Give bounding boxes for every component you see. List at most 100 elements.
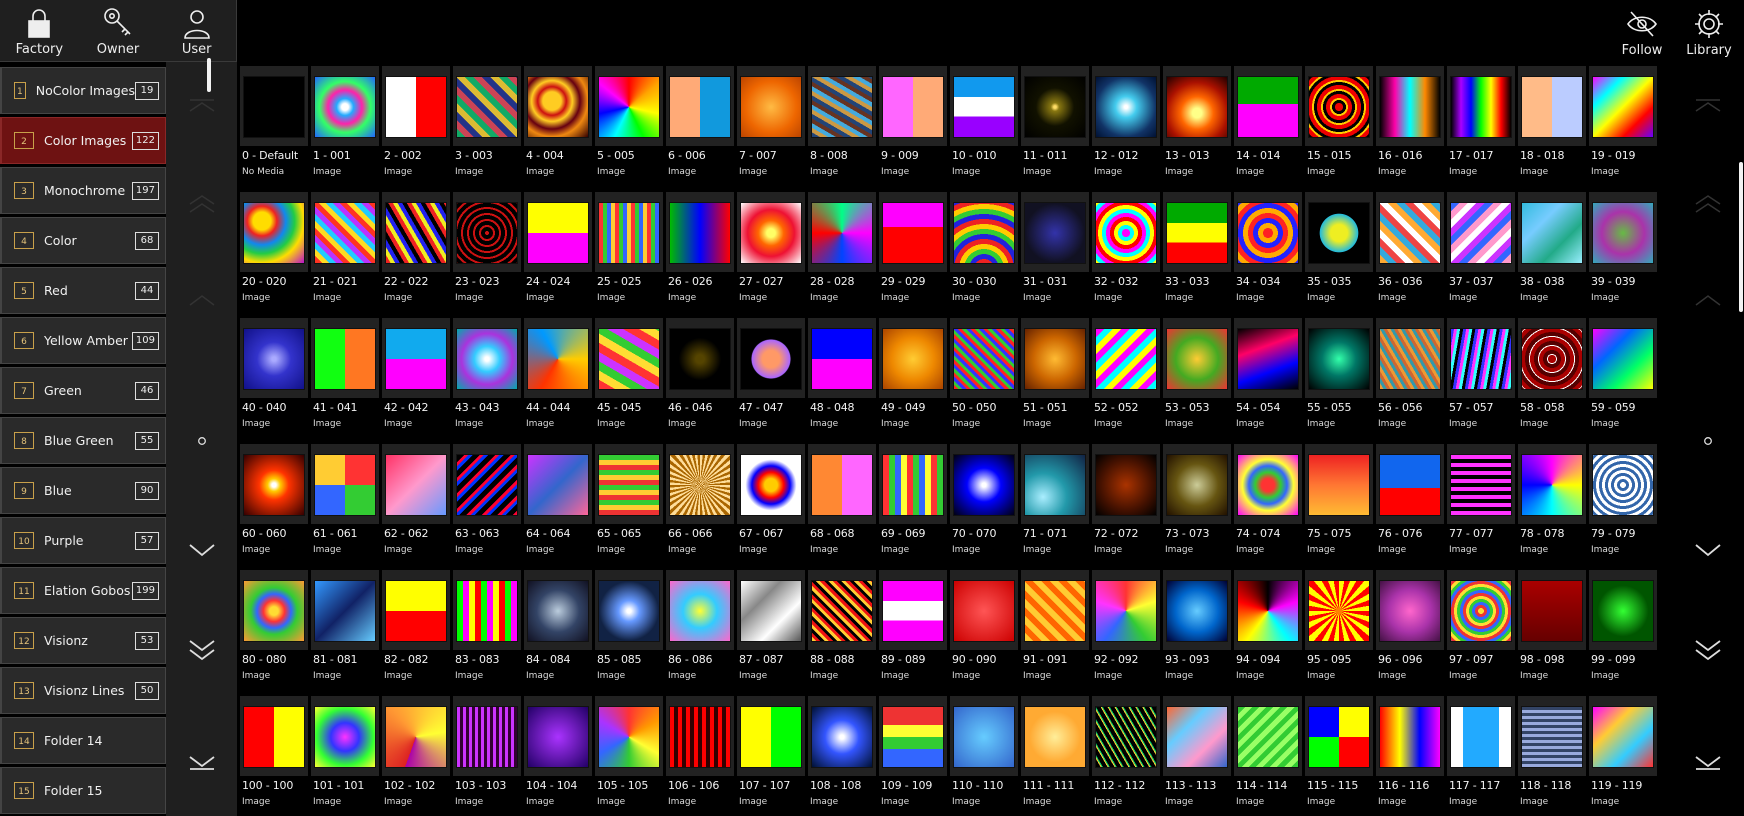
role-factory-button[interactable]: Factory <box>0 0 79 61</box>
media-tile[interactable]: 90 - 090 Image <box>950 570 1018 692</box>
media-tile[interactable]: 100 - 100 Image <box>240 696 308 816</box>
media-tile[interactable]: 0 - Default No Media <box>240 66 308 188</box>
media-tile[interactable]: 69 - 069 Image <box>879 444 947 566</box>
folder-item[interactable]: 8 Blue Green 55 <box>0 417 166 464</box>
folder-item[interactable]: 11 Elation Gobos 199 <box>0 567 166 614</box>
media-tile[interactable]: 35 - 035 Image <box>1305 192 1373 314</box>
media-tile[interactable]: 70 - 070 Image <box>950 444 1018 566</box>
folder-item[interactable]: 3 Monochrome 197 <box>0 167 166 214</box>
media-tile[interactable]: 104 - 104 Image <box>524 696 592 816</box>
folder-item[interactable]: 9 Blue 90 <box>0 467 166 514</box>
media-tile[interactable]: 12 - 012 Image <box>1092 66 1160 188</box>
media-tile[interactable]: 65 - 065 Image <box>595 444 663 566</box>
media-tile[interactable]: 10 - 010 Image <box>950 66 1018 188</box>
media-tile[interactable]: 66 - 066 Image <box>666 444 734 566</box>
media-tile[interactable]: 71 - 071 Image <box>1021 444 1089 566</box>
media-tile[interactable]: 89 - 089 Image <box>879 570 947 692</box>
media-tile[interactable]: 16 - 016 Image <box>1376 66 1444 188</box>
media-tile[interactable]: 54 - 054 Image <box>1234 318 1302 440</box>
folder-item[interactable]: 12 Visionz 53 <box>0 617 166 664</box>
media-tile[interactable]: 60 - 060 Image <box>240 444 308 566</box>
media-tile[interactable]: 24 - 024 Image <box>524 192 592 314</box>
media-tile[interactable]: 15 - 015 Image <box>1305 66 1373 188</box>
media-tile[interactable]: 47 - 047 Image <box>737 318 805 440</box>
media-tile[interactable]: 22 - 022 Image <box>382 192 450 314</box>
page-up-icon[interactable] <box>188 195 216 213</box>
media-tile[interactable]: 4 - 004 Image <box>524 66 592 188</box>
media-tile[interactable]: 30 - 030 Image <box>950 192 1018 314</box>
media-tile[interactable]: 9 - 009 Image <box>879 66 947 188</box>
media-tile[interactable]: 27 - 027 Image <box>737 192 805 314</box>
media-tile[interactable]: 79 - 079 Image <box>1589 444 1657 566</box>
media-tile[interactable]: 119 - 119 Image <box>1589 696 1657 816</box>
media-tile[interactable]: 110 - 110 Image <box>950 696 1018 816</box>
library-button[interactable]: Library <box>1674 0 1744 62</box>
scroll-up-icon[interactable] <box>188 294 216 306</box>
media-tile[interactable]: 93 - 093 Image <box>1163 570 1231 692</box>
media-tile[interactable]: 3 - 003 Image <box>453 66 521 188</box>
media-tile[interactable]: 74 - 074 Image <box>1234 444 1302 566</box>
media-tile[interactable]: 38 - 038 Image <box>1518 192 1586 314</box>
media-tile[interactable]: 88 - 088 Image <box>808 570 876 692</box>
media-tile[interactable]: 50 - 050 Image <box>950 318 1018 440</box>
media-tile[interactable]: 95 - 095 Image <box>1305 570 1373 692</box>
folder-item[interactable]: 15 Folder 15 <box>0 767 166 814</box>
media-tile[interactable]: 46 - 046 Image <box>666 318 734 440</box>
media-tile[interactable]: 11 - 011 Image <box>1021 66 1089 188</box>
media-tile[interactable]: 23 - 023 Image <box>453 192 521 314</box>
media-tile[interactable]: 37 - 037 Image <box>1447 192 1515 314</box>
media-tile[interactable]: 8 - 008 Image <box>808 66 876 188</box>
folder-item[interactable]: 7 Green 46 <box>0 367 166 414</box>
scroll-bottom-icon[interactable] <box>188 755 216 771</box>
media-tile[interactable]: 18 - 018 Image <box>1518 66 1586 188</box>
media-tile[interactable]: 67 - 067 Image <box>737 444 805 566</box>
media-tile[interactable]: 99 - 099 Image <box>1589 570 1657 692</box>
media-tile[interactable]: 42 - 042 Image <box>382 318 450 440</box>
folder-item[interactable]: 10 Purple 57 <box>0 517 166 564</box>
page-up-icon[interactable] <box>1694 195 1722 213</box>
scroll-bottom-icon[interactable] <box>1694 755 1722 771</box>
media-tile[interactable]: 20 - 020 Image <box>240 192 308 314</box>
media-tile[interactable]: 106 - 106 Image <box>666 696 734 816</box>
media-tile[interactable]: 40 - 040 Image <box>240 318 308 440</box>
media-tile[interactable]: 14 - 014 Image <box>1234 66 1302 188</box>
media-tile[interactable]: 80 - 080 Image <box>240 570 308 692</box>
folder-item[interactable]: 1 NoColor Images 19 <box>0 67 166 114</box>
media-tile[interactable]: 21 - 021 Image <box>311 192 379 314</box>
media-tile[interactable]: 64 - 064 Image <box>524 444 592 566</box>
media-tile[interactable]: 109 - 109 Image <box>879 696 947 816</box>
page-down-icon[interactable] <box>1694 639 1722 661</box>
media-tile[interactable]: 96 - 096 Image <box>1376 570 1444 692</box>
media-tile[interactable]: 13 - 013 Image <box>1163 66 1231 188</box>
media-tile[interactable]: 26 - 026 Image <box>666 192 734 314</box>
media-tile[interactable]: 91 - 091 Image <box>1021 570 1089 692</box>
media-tile[interactable]: 77 - 077 Image <box>1447 444 1515 566</box>
media-scrollbar-thumb[interactable] <box>1739 162 1743 312</box>
folder-item[interactable]: 6 Yellow Amber 109 <box>0 317 166 364</box>
folder-item[interactable]: 4 Color 68 <box>0 217 166 264</box>
media-tile[interactable]: 68 - 068 Image <box>808 444 876 566</box>
media-tile[interactable]: 72 - 072 Image <box>1092 444 1160 566</box>
folder-item[interactable]: 2 Color Images 122 <box>0 117 166 164</box>
media-tile[interactable]: 6 - 006 Image <box>666 66 734 188</box>
media-tile[interactable]: 87 - 087 Image <box>737 570 805 692</box>
media-tile[interactable]: 61 - 061 Image <box>311 444 379 566</box>
media-tile[interactable]: 25 - 025 Image <box>595 192 663 314</box>
media-tile[interactable]: 107 - 107 Image <box>737 696 805 816</box>
scroll-top-icon[interactable] <box>188 98 216 112</box>
media-tile[interactable]: 59 - 059 Image <box>1589 318 1657 440</box>
media-tile[interactable]: 105 - 105 Image <box>595 696 663 816</box>
media-tile[interactable]: 78 - 078 Image <box>1518 444 1586 566</box>
scroll-down-icon[interactable] <box>1694 543 1722 557</box>
media-tile[interactable]: 83 - 083 Image <box>453 570 521 692</box>
media-tile[interactable]: 114 - 114 Image <box>1234 696 1302 816</box>
media-tile[interactable]: 29 - 029 Image <box>879 192 947 314</box>
media-tile[interactable]: 49 - 049 Image <box>879 318 947 440</box>
media-tile[interactable]: 98 - 098 Image <box>1518 570 1586 692</box>
media-tile[interactable]: 1 - 001 Image <box>311 66 379 188</box>
scroll-top-icon[interactable] <box>1694 98 1722 112</box>
media-tile[interactable]: 81 - 081 Image <box>311 570 379 692</box>
media-tile[interactable]: 53 - 053 Image <box>1163 318 1231 440</box>
media-tile[interactable]: 2 - 002 Image <box>382 66 450 188</box>
media-tile[interactable]: 44 - 044 Image <box>524 318 592 440</box>
